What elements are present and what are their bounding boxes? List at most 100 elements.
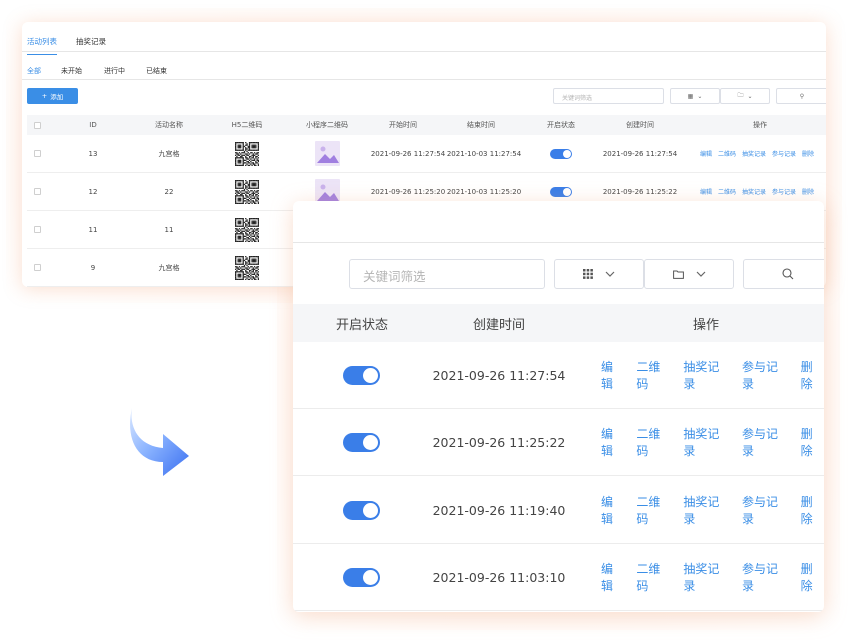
col-created: 创建时间 <box>626 121 654 129</box>
col-status: 开启状态 <box>335 317 388 333</box>
col-actions: 操作 <box>753 121 767 129</box>
folder-icon <box>672 270 684 279</box>
row-status-toggle[interactable] <box>550 148 572 159</box>
row-name: 22 <box>164 187 174 196</box>
search-icon: ⚲ <box>799 92 805 100</box>
qr-link[interactable]: 二维码 <box>636 425 671 459</box>
status-toggle[interactable] <box>343 567 380 587</box>
lottery-records-link[interactable]: 抽奖记录 <box>683 560 730 594</box>
edit-link[interactable]: 编辑 <box>601 560 624 594</box>
qr-link[interactable]: 二维码 <box>636 560 671 594</box>
folder-select[interactable] <box>644 259 734 289</box>
delete-link[interactable]: 删除 <box>801 560 824 594</box>
table-row: 2021-09-26 11:19:40 编辑 二维码 抽奖记录 参与记录 删除 <box>293 477 824 544</box>
col-name: 活动名称 <box>155 121 183 129</box>
qr-link[interactable]: 二维码 <box>718 149 736 158</box>
view-mode-select[interactable] <box>554 259 644 289</box>
qr-link[interactable]: 二维码 <box>636 493 671 527</box>
participation-records-link[interactable]: 参与记录 <box>742 560 789 594</box>
row-id: 9 <box>90 263 96 272</box>
lottery-records-link[interactable]: 抽奖记录 <box>683 425 730 459</box>
h5-qr-code[interactable] <box>235 141 259 166</box>
table-row: 2021-09-26 11:03:10 编辑 二维码 抽奖记录 参与记录 删除 <box>293 544 824 611</box>
tab-lottery-records[interactable]: 抽奖记录 <box>76 36 106 47</box>
delete-link[interactable]: 删除 <box>801 358 824 392</box>
row-created-time: 2021-09-26 11:27:54 <box>602 149 678 158</box>
edit-link[interactable]: 编辑 <box>601 358 624 392</box>
row-actions: 编辑 二维码 抽奖记录 参与记录 删除 <box>601 409 824 475</box>
qr-link[interactable]: 二维码 <box>636 358 671 392</box>
back-view-select[interactable]: ▦ ⌄ <box>670 88 720 104</box>
zoomed-activity-panel: 关键词筛选 开启状态 创建时间 操作 2021-09-26 11:27:54 编辑… <box>293 201 824 612</box>
row-actions: 编辑 二维码 抽奖记录 参与记录 删除 <box>601 544 824 610</box>
edit-link[interactable]: 编辑 <box>700 187 712 196</box>
delete-link[interactable]: 删除 <box>802 149 814 158</box>
plus-icon: + <box>41 92 48 100</box>
edit-link[interactable]: 编辑 <box>601 425 624 459</box>
row-status-toggle[interactable] <box>550 186 572 197</box>
participation-records-link[interactable]: 参与记录 <box>742 358 789 392</box>
chevron-down-icon: ⌄ <box>697 92 703 100</box>
created-time: 2021-09-26 11:03:10 <box>432 569 566 585</box>
status-toggle[interactable] <box>343 500 380 520</box>
row-name: 九宫格 <box>158 263 180 272</box>
lottery-records-link[interactable]: 抽奖记录 <box>742 187 766 196</box>
miniapp-qr-placeholder[interactable] <box>315 141 340 166</box>
grid-icon: ▦ <box>687 92 694 100</box>
row-checkbox[interactable] <box>33 264 41 271</box>
delete-link[interactable]: 删除 <box>801 425 824 459</box>
row-checkbox[interactable] <box>33 188 41 195</box>
row-end-time: 2021-10-03 11:27:54 <box>446 149 522 158</box>
row-name: 九宫格 <box>158 149 180 158</box>
h5-qr-code[interactable] <box>235 255 259 280</box>
col-id: ID <box>89 121 97 129</box>
lottery-records-link[interactable]: 抽奖记录 <box>742 149 766 158</box>
status-toggle[interactable] <box>343 365 380 385</box>
participation-records-link[interactable]: 参与记录 <box>772 149 796 158</box>
qr-link[interactable]: 二维码 <box>718 187 736 196</box>
row-checkbox[interactable] <box>33 150 41 157</box>
row-start-time: 2021-09-26 11:27:54 <box>370 149 446 158</box>
table-row: 2021-09-26 11:27:54 编辑 二维码 抽奖记录 参与记录 删除 <box>293 342 824 409</box>
status-filter-tabs: 全部 未开始 进行中 已结束 <box>22 60 826 80</box>
table-header: 开启状态 创建时间 操作 <box>293 304 824 342</box>
keyword-filter-input[interactable]: 关键词筛选 <box>349 259 545 289</box>
created-time: 2021-09-26 11:25:22 <box>432 434 566 450</box>
h5-qr-code[interactable] <box>235 179 259 204</box>
toggle-knob <box>363 367 378 383</box>
edit-link[interactable]: 编辑 <box>601 493 624 527</box>
h5-qr-code[interactable] <box>235 217 259 242</box>
tab-activity-list[interactable]: 活动列表 <box>27 36 57 55</box>
delete-link[interactable]: 删除 <box>801 493 824 527</box>
row-actions: 编辑 二维码 抽奖记录 参与记录 删除 <box>601 477 824 543</box>
delete-link[interactable]: 删除 <box>802 187 814 196</box>
status-tab-ended[interactable]: 已结束 <box>146 66 167 76</box>
select-all-checkbox[interactable] <box>33 121 41 129</box>
row-checkbox[interactable] <box>33 226 41 233</box>
back-search-button[interactable]: ⚲ <box>776 88 826 104</box>
transition-arrow-icon <box>130 408 189 476</box>
add-button[interactable]: + 添加 <box>27 88 78 104</box>
back-search-input[interactable]: 关键词筛选 <box>553 88 664 104</box>
search-button[interactable] <box>743 259 824 289</box>
lottery-records-link[interactable]: 抽奖记录 <box>683 493 730 527</box>
lottery-records-link[interactable]: 抽奖记录 <box>683 358 730 392</box>
row-id: 11 <box>88 225 98 234</box>
col-end-time: 结束时间 <box>467 121 495 129</box>
status-tab-in-progress[interactable]: 进行中 <box>104 66 125 76</box>
created-time: 2021-09-26 11:19:40 <box>432 502 566 518</box>
participation-records-link[interactable]: 参与记录 <box>742 493 789 527</box>
edit-link[interactable]: 编辑 <box>700 149 712 158</box>
back-folder-select[interactable]: 🗀 ⌄ <box>720 88 770 104</box>
toggle-knob <box>363 502 378 518</box>
status-toggle[interactable] <box>343 432 380 452</box>
participation-records-link[interactable]: 参与记录 <box>742 425 789 459</box>
participation-records-link[interactable]: 参与记录 <box>772 187 796 196</box>
status-tab-all[interactable]: 全部 <box>27 66 41 76</box>
chevron-down-icon: ⌄ <box>747 92 753 100</box>
row-id: 13 <box>88 149 98 158</box>
col-miniapp-qr: 小程序二维码 <box>306 121 348 129</box>
divider <box>293 242 824 243</box>
table-row: 2021-09-26 11:25:22 编辑 二维码 抽奖记录 参与记录 删除 <box>293 409 824 476</box>
status-tab-not-started[interactable]: 未开始 <box>61 66 82 76</box>
